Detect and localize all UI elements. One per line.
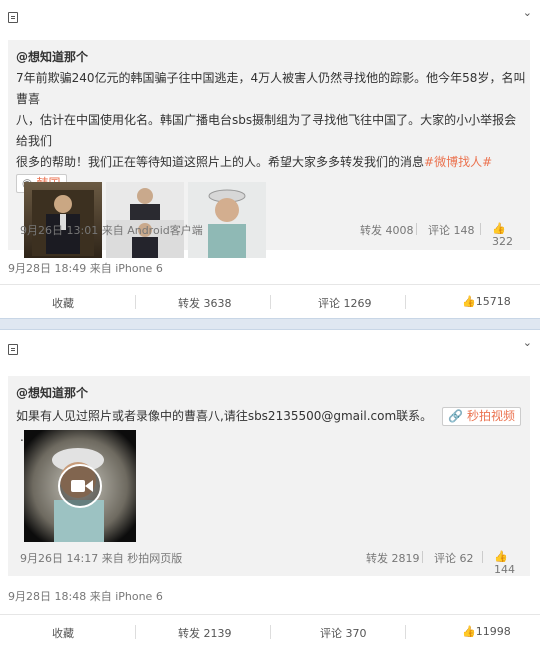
author-link[interactable]: @想知道那个: [16, 384, 88, 401]
post-source: 来自 iPhone 6: [89, 262, 163, 275]
thumbs-up-icon: 👍: [492, 222, 506, 235]
like-count[interactable]: 👍 322: [492, 222, 530, 248]
hashtag-link[interactable]: #微博找人#: [424, 155, 492, 169]
repost-count[interactable]: 转发 2819: [366, 550, 420, 566]
divider: [405, 295, 406, 309]
post-source: 来自 Android客户端: [101, 224, 203, 237]
like-count[interactable]: 👍 144: [494, 550, 530, 576]
repost-button[interactable]: 转发 2139: [178, 625, 232, 641]
action-bar: 收藏 转发 3638 评论 1269 👍15718: [0, 284, 540, 318]
post-meta: 9月26日 14:17 来自 秒拍网页版: [20, 550, 182, 566]
weibo-post-2: ⌄ @想知道那个 如果有人见过照片或者录像中的曹喜八,请往sbs2135500@…: [0, 330, 540, 649]
divider: [480, 223, 481, 235]
divider: [482, 551, 483, 563]
video-tag[interactable]: 🔗 秒拍视频: [441, 407, 521, 426]
action-bar: 收藏 转发 2139 评论 370 👍11998: [0, 614, 540, 648]
outer-meta: 9月28日 18:48 来自 iPhone 6: [8, 588, 163, 604]
favorite-button[interactable]: 收藏: [52, 625, 74, 641]
repost-button[interactable]: 转发 3638: [178, 295, 232, 311]
divider: [405, 625, 406, 639]
thumbs-up-icon: 👍: [462, 295, 476, 308]
like-button[interactable]: 👍11998: [462, 625, 511, 638]
post-source: 来自 iPhone 6: [89, 590, 163, 603]
post-meta: 9月26日 13:01 来自 Android客户端: [20, 222, 203, 238]
outer-meta: 9月28日 18:49 来自 iPhone 6: [8, 260, 163, 276]
post-text-line: 7年前欺骗240亿元的韩国骗子往中国逃走，4万人被害人仍然寻找他的踪影。他今年5…: [16, 71, 526, 106]
chevron-down-icon[interactable]: ⌄: [523, 336, 532, 349]
comment-count[interactable]: 评论 62: [434, 550, 474, 566]
comment-button[interactable]: 评论 1269: [318, 295, 372, 311]
post-date[interactable]: 9月26日 14:17: [20, 552, 98, 565]
divider: [270, 295, 271, 309]
post-text-line: 如果有人见过照片或者录像中的曹喜八,请往sbs2135500@gmail.com…: [16, 409, 433, 423]
divider: [135, 295, 136, 309]
divider: [422, 551, 423, 563]
post-source: 来自 秒拍网页版: [101, 552, 183, 565]
top-icon: [8, 12, 18, 23]
repost-count[interactable]: 转发 4008: [360, 222, 414, 238]
retweeted-content: @想知道那个 7年前欺骗240亿元的韩国骗子往中国逃走，4万人被害人仍然寻找他的…: [8, 40, 530, 258]
thumbs-up-icon: 👍: [462, 625, 476, 638]
divider: [416, 223, 417, 235]
post-text: 7年前欺骗240亿元的韩国骗子往中国逃走，4万人被害人仍然寻找他的踪影。他今年5…: [16, 68, 526, 194]
feed-separator: [0, 318, 540, 330]
divider: [270, 625, 271, 639]
photo-thumbnail[interactable]: [188, 182, 266, 258]
post-date[interactable]: 9月28日 18:49: [8, 262, 86, 275]
post-text-line: 八，估计在中国使用化名。韩国广播电台sbs摄制组为了寻找他飞往中国了。大家的小小…: [16, 113, 517, 148]
divider: [135, 625, 136, 639]
link-icon: 🔗: [447, 409, 463, 423]
like-button[interactable]: 👍15718: [462, 295, 511, 308]
weibo-post-1: ⌄ @想知道那个 7年前欺骗240亿元的韩国骗子往中国逃走，4万人被害人仍然寻找…: [0, 0, 540, 318]
comment-count[interactable]: 评论 148: [428, 222, 475, 238]
video-play-icon[interactable]: [58, 464, 102, 508]
top-icon: [8, 344, 18, 355]
video-thumbnail[interactable]: [24, 430, 136, 542]
favorite-button[interactable]: 收藏: [52, 295, 74, 311]
thumbs-up-icon: 👍: [494, 550, 508, 563]
post-date[interactable]: 9月26日 13:01: [20, 224, 98, 237]
photo-thumbnail[interactable]: [24, 182, 102, 258]
author-link[interactable]: @想知道那个: [16, 48, 88, 65]
photo-thumbnail[interactable]: [106, 182, 184, 220]
chevron-down-icon[interactable]: ⌄: [523, 6, 532, 19]
comment-button[interactable]: 评论 370: [320, 625, 367, 641]
post-date[interactable]: 9月28日 18:48: [8, 590, 86, 603]
